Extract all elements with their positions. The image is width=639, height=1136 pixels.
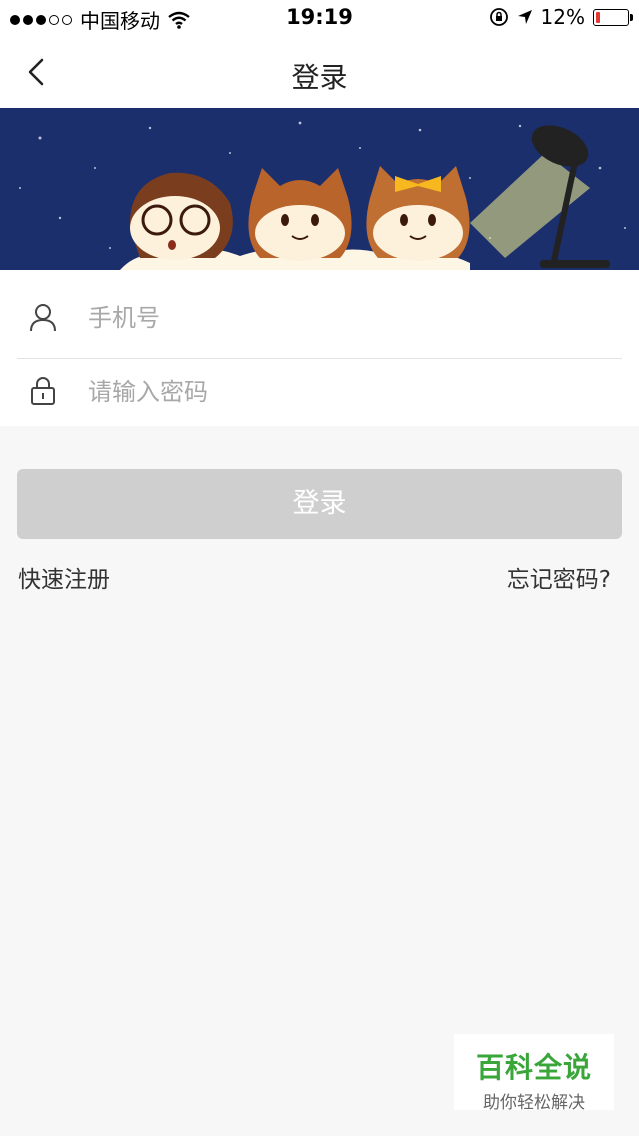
phone-field xyxy=(0,278,639,359)
status-right: 12% xyxy=(489,5,633,29)
watermark-logo: 百科全说 助你轻松解决 xyxy=(454,1034,614,1113)
watermark-subtitle: 助你轻松解决 xyxy=(483,1093,585,1113)
battery-percent: 12% xyxy=(540,5,585,29)
login-form xyxy=(0,270,639,426)
rotation-lock-icon xyxy=(489,8,508,26)
banner-artwork xyxy=(0,108,639,270)
lock-icon xyxy=(31,377,55,405)
battery-icon xyxy=(593,8,633,26)
password-input[interactable] xyxy=(86,370,610,414)
battery-level xyxy=(596,11,600,23)
forgot-password-link[interactable]: 忘记密码? xyxy=(507,560,611,594)
quick-register-link[interactable]: 快速注册 xyxy=(18,560,110,594)
user-icon xyxy=(30,304,56,332)
navigation-bar: 登录 xyxy=(0,36,639,108)
banner-illustration xyxy=(0,108,639,270)
phone-input[interactable] xyxy=(86,296,610,340)
login-button[interactable]: 登录 xyxy=(17,469,622,539)
page-title: 登录 xyxy=(291,61,348,94)
location-arrow-icon xyxy=(517,10,532,24)
status-bar: 中国移动 19:19 12% xyxy=(0,0,639,36)
watermark-title: 百科全说 xyxy=(475,1051,592,1084)
password-field xyxy=(0,352,639,430)
